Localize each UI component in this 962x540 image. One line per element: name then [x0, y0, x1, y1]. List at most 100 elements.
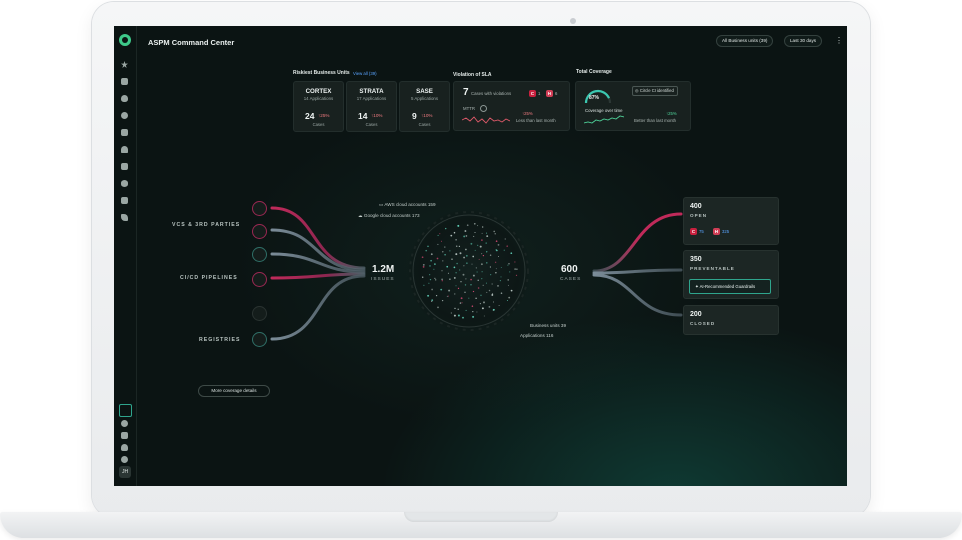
applications-count: Applications 116 [520, 333, 554, 338]
orbit-particle [433, 268, 435, 270]
orbit-particle [460, 281, 462, 283]
orbit-particle [480, 263, 483, 266]
orbit-particle [446, 295, 448, 298]
closed-card[interactable]: 200 CLOSED [683, 305, 779, 335]
orbit-particle [480, 294, 482, 297]
orbit-particle [472, 274, 475, 277]
orbit-particle [457, 224, 460, 227]
orbit-particle [462, 316, 464, 319]
orbit-particle [430, 259, 432, 262]
orbit-particle [488, 306, 491, 308]
orbit-particle [496, 249, 498, 252]
orbit-particle [482, 284, 484, 286]
orbit-particle [475, 267, 477, 269]
orbit-particle [495, 240, 498, 243]
orbit-particle [474, 249, 476, 251]
orbit-particle [470, 242, 473, 245]
business-units-count: Business units 39 [530, 323, 567, 328]
jenkins-icon[interactable] [252, 272, 267, 287]
orbit-particle [483, 315, 485, 317]
preventable-card[interactable]: 350 PREVENTABLE ✦ AI-Recommended Guardra… [683, 250, 779, 299]
orbit-particle [471, 263, 473, 265]
orbit-particle [473, 235, 475, 237]
orbit-particle [494, 233, 496, 235]
orbit-particle [498, 255, 499, 257]
orbit-particle [498, 304, 500, 306]
orbit-particle [486, 291, 488, 293]
app-screen: JH ASPM Command Center ⌄ All Business un… [114, 26, 847, 486]
registry-icon[interactable] [252, 332, 267, 347]
orbit-particle [465, 248, 467, 251]
orbit-particle [468, 297, 470, 299]
orbit-particle [441, 240, 442, 242]
orbit-particle [447, 272, 449, 274]
orbit-particle [462, 273, 465, 276]
high-badge: H [713, 228, 720, 235]
ai-guardrails-button[interactable]: ✦ AI-Recommended Guardrails [689, 279, 771, 294]
orbit-particle [483, 301, 485, 304]
orbit-particle [437, 243, 439, 245]
source-flow-lines [270, 206, 366, 341]
orbit-particle [481, 307, 484, 310]
orbit-particle [440, 288, 443, 291]
orbit-particle [429, 274, 431, 276]
ai-guardrails-label: AI-Recommended Guardrails [699, 284, 756, 289]
open-card[interactable]: 400 OPEN C 75 H 325 [683, 197, 779, 245]
orbit-particle [446, 265, 449, 268]
orbit-particle [477, 287, 480, 289]
orbit-particle [463, 256, 466, 259]
circleci-icon[interactable] [252, 306, 267, 321]
gitlab-icon[interactable] [252, 224, 267, 239]
orbit-particle [430, 253, 433, 256]
orbit-particle [481, 253, 483, 255]
preventable-value: 350 [690, 256, 702, 263]
orbit-particle [500, 276, 502, 278]
orbit-particle [486, 235, 489, 238]
orbit-particle [495, 272, 497, 274]
orbit-particle [444, 253, 446, 256]
orbit-particle [497, 244, 500, 246]
orbit-particle [461, 302, 463, 304]
orbit-particle [458, 245, 461, 248]
cross-tool-icon[interactable] [252, 247, 267, 262]
github-icon[interactable] [252, 201, 267, 216]
more-coverage-button[interactable]: More coverage details [198, 385, 270, 397]
orbit-particle [506, 245, 508, 247]
orbit-particle [431, 288, 433, 291]
orbit-particle [477, 244, 479, 246]
orbit-particle [506, 300, 508, 302]
orbit-particle [457, 287, 460, 290]
laptop-notch [404, 512, 558, 522]
issues-label: ISSUES [371, 277, 395, 282]
orbit-particle [514, 261, 516, 263]
preventable-label: PREVENTABLE [690, 266, 735, 271]
orbit-particle [500, 266, 502, 268]
orbit-particle [434, 277, 436, 279]
orbit-particle [450, 234, 453, 237]
outcome-flow-lines [592, 212, 683, 317]
closed-label: CLOSED [690, 321, 716, 326]
orbit-particle [485, 282, 487, 284]
orbit-particle [470, 284, 472, 286]
orbit-particle [435, 294, 438, 297]
critical-badge: C [690, 228, 697, 235]
orbit-particle [437, 234, 439, 236]
orbit-particle [466, 262, 468, 264]
orbit-particle [463, 265, 465, 267]
orbit-particle [439, 233, 441, 235]
orbit-particle [444, 246, 446, 248]
orbit-particle [481, 239, 483, 241]
orbit-particle [466, 224, 469, 227]
orbit-particle [503, 249, 505, 251]
orbit-particle [492, 301, 495, 303]
orbit-particle [431, 300, 433, 302]
orbit-particle [437, 306, 439, 309]
orbit-particle [472, 315, 475, 318]
orbit-particle [465, 235, 468, 237]
orbit-particle [481, 232, 483, 234]
orbit-particle [441, 270, 443, 272]
orbit-particle [441, 280, 443, 282]
orbit-particle [421, 276, 424, 278]
orbit-particle [423, 284, 425, 286]
orbit-particle [455, 285, 457, 287]
